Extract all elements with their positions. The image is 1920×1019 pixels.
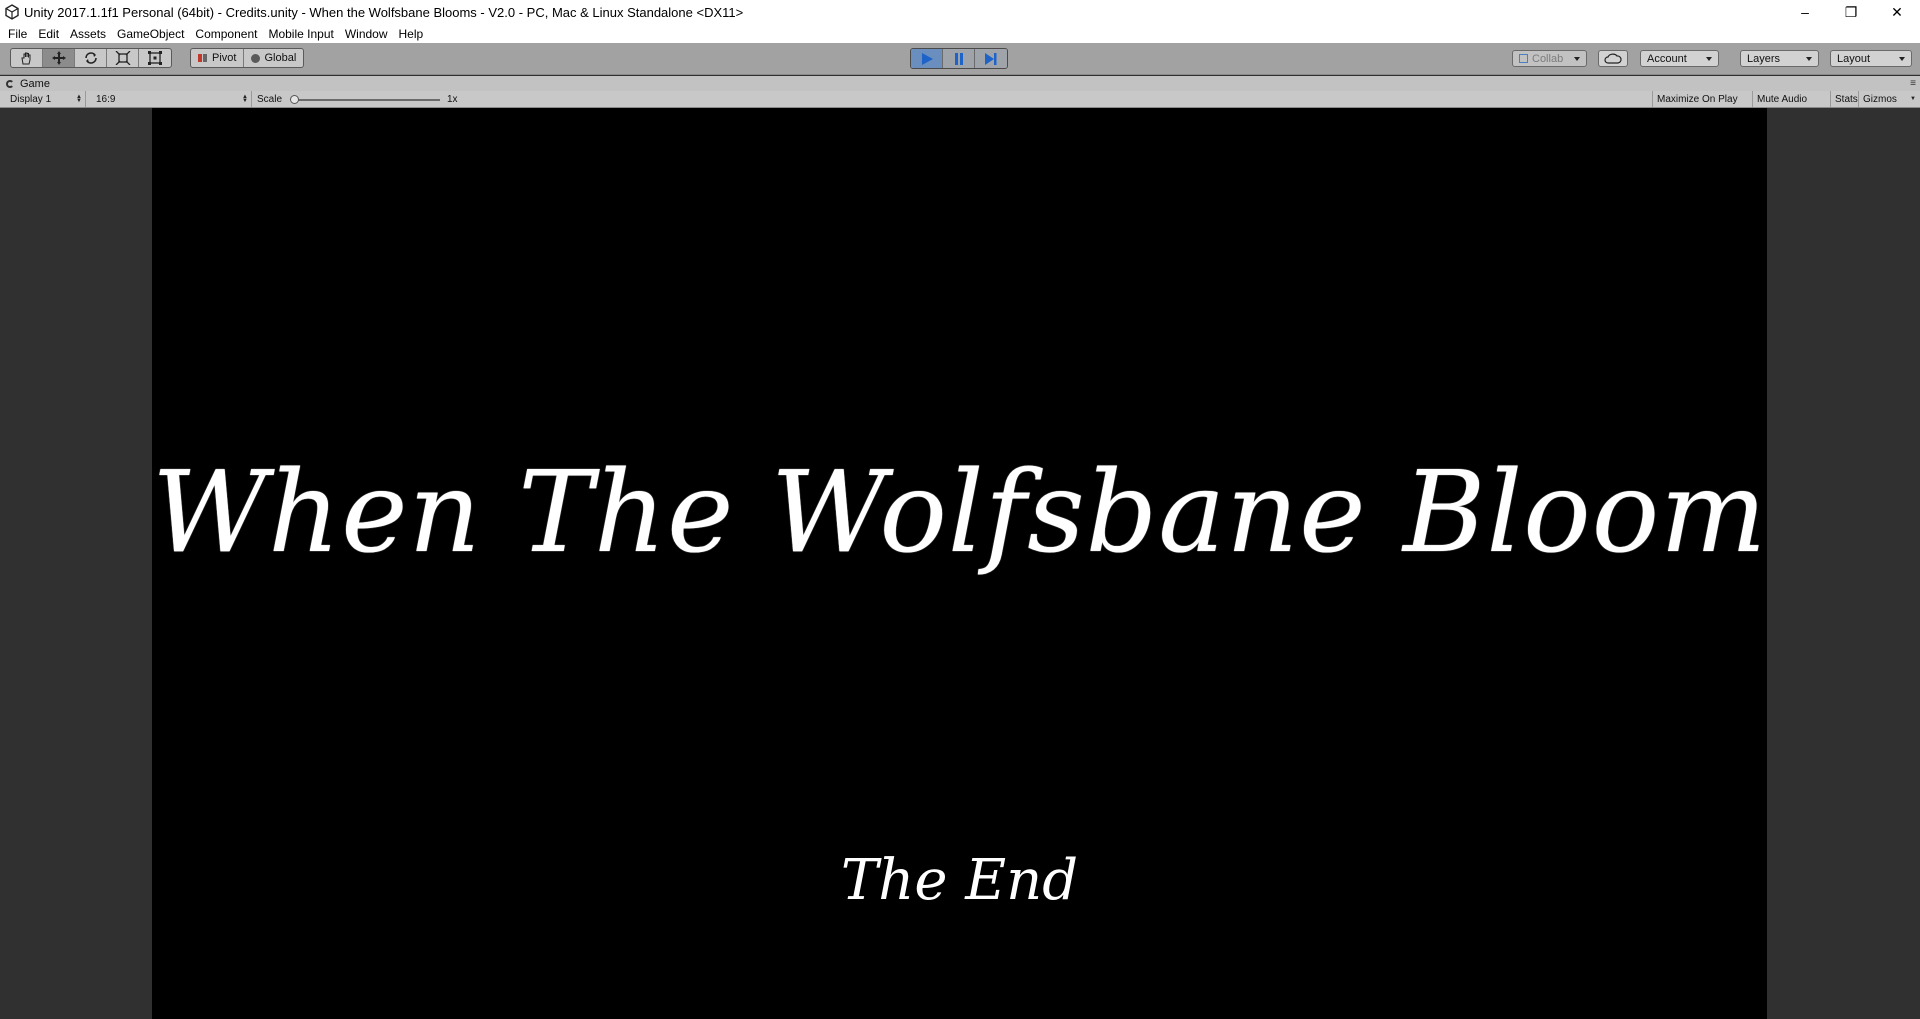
game-view-toolbar: Display 1 ▲ ▼ 16:9 ▲ ▼ Scale 1x Maximize O…: [0, 91, 1920, 108]
pivot-icon: [198, 54, 207, 62]
global-toggle[interactable]: Global: [244, 49, 303, 67]
play-button[interactable]: [911, 49, 943, 68]
rotate-tool-button[interactable]: [75, 49, 107, 67]
window-title: Unity 2017.1.1f1 Personal (64bit) - Cred…: [24, 4, 744, 20]
cloud-services-button[interactable]: [1598, 50, 1628, 67]
pause-button[interactable]: [943, 49, 975, 68]
pause-icon: [954, 52, 963, 65]
tab-menu-icon[interactable]: ≡: [1910, 78, 1916, 89]
game-tab-bar: Game ≡: [0, 76, 1920, 91]
updown-icon: ▲ ▼: [76, 94, 82, 104]
pivot-toggle[interactable]: Pivot: [191, 49, 245, 67]
pivot-global-group: Pivot Global: [190, 48, 305, 68]
scale-label: Scale: [257, 93, 283, 105]
scale-icon: [115, 51, 130, 65]
chevron-down-icon: [1574, 57, 1580, 61]
menu-assets[interactable]: Assets: [65, 27, 112, 41]
step-icon: [985, 52, 997, 65]
chevron-down-icon: [1806, 57, 1812, 61]
hand-tool-button[interactable]: [11, 49, 43, 67]
minimize-button[interactable]: –: [1782, 0, 1828, 24]
move-arrows-icon: [51, 51, 66, 65]
layout-label: Layout: [1837, 52, 1871, 65]
menu-window[interactable]: Window: [340, 27, 394, 41]
cloud-icon: [1604, 53, 1622, 64]
layers-label: Layers: [1747, 52, 1781, 65]
collab-dropdown[interactable]: Collab: [1512, 50, 1587, 67]
account-dropdown[interactable]: Account: [1640, 50, 1719, 67]
layout-dropdown[interactable]: Layout: [1830, 50, 1912, 67]
updown-icon: ▲ ▼: [242, 94, 248, 104]
scale-tool-button[interactable]: [107, 49, 139, 67]
display-label: Display 1: [10, 93, 52, 105]
scale-slider-knob[interactable]: [290, 95, 299, 104]
menu-edit[interactable]: Edit: [33, 27, 65, 41]
menu-file[interactable]: File: [3, 27, 33, 41]
stats-label: Stats: [1835, 93, 1858, 105]
gizmos-label: Gizmos: [1863, 93, 1897, 105]
menu-help[interactable]: Help: [394, 27, 430, 41]
step-button[interactable]: [975, 49, 1007, 68]
close-button[interactable]: ✕: [1874, 0, 1920, 24]
scale-value: 1x: [447, 93, 458, 105]
the-end-text: The End: [840, 848, 1079, 913]
maximize-on-play-toggle[interactable]: Maximize On Play: [1652, 91, 1742, 107]
hand-icon: [20, 52, 30, 65]
aspect-select[interactable]: 16:9 ▲ ▼: [92, 91, 252, 107]
maximize-on-play-label: Maximize On Play: [1657, 93, 1738, 105]
transform-tools: [10, 48, 172, 68]
chevron-down-icon: [1706, 57, 1712, 61]
global-label: Global: [264, 52, 297, 64]
display-select[interactable]: Display 1 ▲ ▼: [6, 91, 86, 107]
menu-gameobject[interactable]: GameObject: [112, 27, 190, 41]
chevron-down-icon: [1899, 57, 1905, 61]
collab-label: Collab: [1532, 52, 1564, 65]
playback-controls: [910, 48, 1008, 69]
rect-transform-icon: [148, 51, 162, 65]
aspect-label: 16:9: [96, 93, 116, 105]
gizmos-dropdown[interactable]: Gizmos ▼: [1858, 91, 1920, 107]
menu-mobile-input[interactable]: Mobile Input: [263, 27, 339, 41]
mute-audio-toggle[interactable]: Mute Audio: [1752, 91, 1811, 107]
chevron-down-icon: ▼: [1910, 96, 1916, 102]
rect-tool-button[interactable]: [139, 49, 171, 67]
rotate-icon: [84, 52, 97, 64]
menu-component[interactable]: Component: [190, 27, 263, 41]
game-view-icon: [6, 79, 14, 88]
account-label: Account: [1647, 52, 1687, 65]
menu-bar: File Edit Assets GameObject Component Mo…: [0, 24, 1920, 43]
move-tool-button[interactable]: [43, 49, 75, 67]
window-title-bar: Unity 2017.1.1f1 Personal (64bit) - Cred…: [0, 0, 1920, 24]
unity-logo-icon: [5, 4, 19, 20]
restore-button[interactable]: ❐: [1828, 0, 1874, 24]
collab-icon: [1519, 54, 1528, 63]
mute-audio-label: Mute Audio: [1757, 93, 1808, 105]
play-icon: [921, 52, 933, 65]
main-toolbar: Pivot Global Collab Account Layers Layou…: [0, 43, 1920, 75]
globe-icon: [251, 53, 261, 63]
game-screen[interactable]: When The Wolfsbane Blooms The End: [152, 108, 1767, 1019]
game-view[interactable]: When The Wolfsbane Blooms The End: [0, 108, 1920, 1019]
scale-slider-track[interactable]: [292, 99, 440, 101]
pivot-label: Pivot: [212, 52, 237, 64]
tab-game-label: Game: [20, 77, 50, 90]
layers-dropdown[interactable]: Layers: [1740, 50, 1819, 67]
credits-title: When The Wolfsbane Blooms: [152, 448, 1767, 578]
tab-game[interactable]: Game: [6, 76, 50, 91]
